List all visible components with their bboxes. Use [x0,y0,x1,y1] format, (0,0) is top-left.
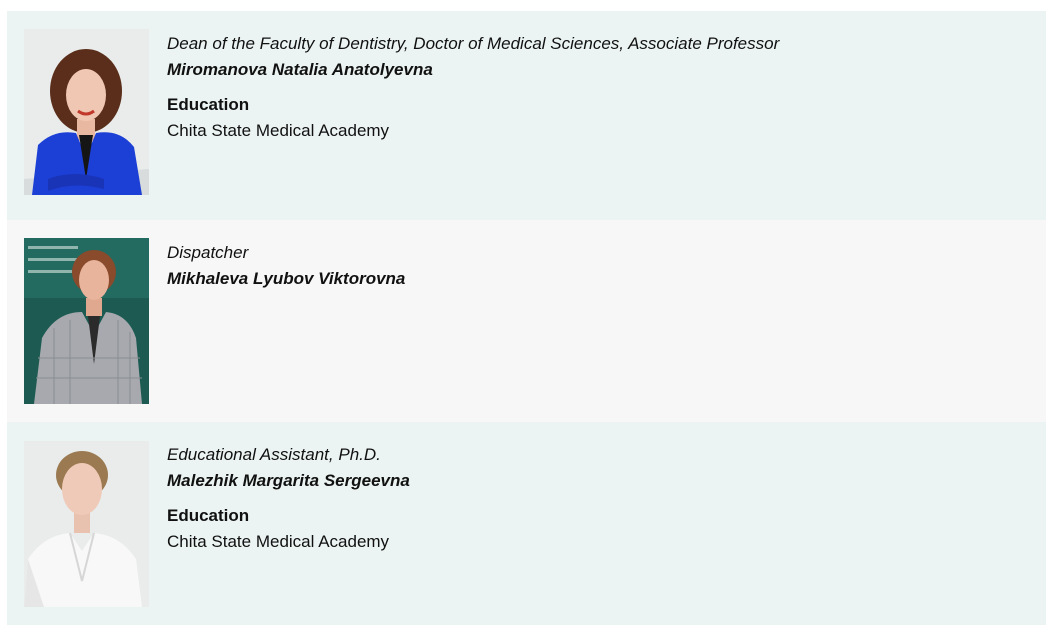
education-value: Chita State Medical Academy [167,532,390,551]
staff-name: Malezhik Margarita Sergeevna [167,471,410,490]
staff-photo [24,29,149,195]
education-heading: Education [167,506,250,525]
staff-position: Educational Assistant, Ph.D. [167,445,381,464]
staff-info: Dispatcher Mikhaleva Lyubov Viktorovna [167,240,1036,292]
staff-photo [24,238,149,404]
staff-position: Dean of the Faculty of Dentistry, Doctor… [167,34,780,53]
staff-name: Miromanova Natalia Anatolyevna [167,60,433,79]
staff-card: Dean of the Faculty of Dentistry, Doctor… [7,11,1046,220]
staff-list: Dean of the Faculty of Dentistry, Doctor… [7,11,1046,625]
staff-photo [24,441,149,607]
staff-card: Educational Assistant, Ph.D. Malezhik Ma… [7,422,1046,625]
staff-info: Educational Assistant, Ph.D. Malezhik Ma… [167,442,1036,555]
education-heading: Education [167,95,250,114]
staff-info: Dean of the Faculty of Dentistry, Doctor… [167,31,1036,144]
staff-card: Dispatcher Mikhaleva Lyubov Viktorovna [7,220,1046,422]
staff-position: Dispatcher [167,243,249,262]
education-value: Chita State Medical Academy [167,121,390,140]
staff-name: Mikhaleva Lyubov Viktorovna [167,269,406,288]
